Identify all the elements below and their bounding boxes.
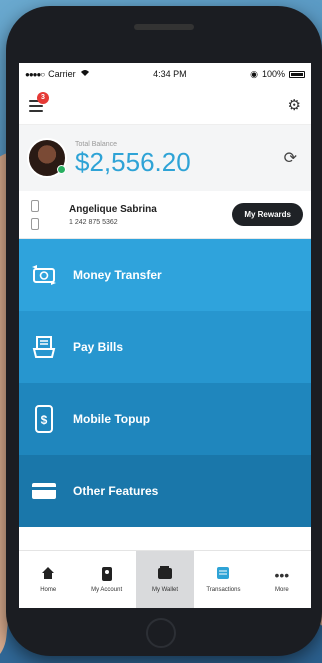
alarm-icon: ◉ — [250, 68, 258, 79]
battery-icon — [288, 70, 305, 78]
phone-device-icon — [27, 199, 43, 230]
refresh-icon[interactable]: ⟳ — [284, 148, 297, 168]
nav-label: Transactions — [206, 587, 241, 593]
nav-item-my-account[interactable]: My Account — [77, 551, 135, 608]
phone-home-button[interactable] — [146, 618, 176, 648]
phone-speaker — [134, 24, 194, 30]
menu-label: Mobile Topup — [73, 412, 151, 426]
menu-label: Pay Bills — [73, 340, 124, 354]
nav-label: My Account — [91, 587, 123, 593]
status-time: 4:34 PM — [153, 69, 187, 79]
nav-label: My Wallet — [151, 587, 179, 593]
nav-item-transactions[interactable]: Transactions — [194, 551, 252, 608]
mobile-dollar-icon: $ — [31, 405, 57, 433]
notification-badge: 3 — [37, 91, 49, 104]
nav-item-home[interactable]: Home — [19, 551, 77, 608]
menu-item-other-features[interactable]: Other Features — [19, 455, 311, 527]
online-status-dot — [57, 165, 66, 174]
user-name: Angelique Sabrina — [69, 203, 157, 215]
nav-item-my-wallet[interactable]: My Wallet — [135, 551, 195, 608]
more-icon: ••• — [274, 567, 290, 583]
wifi-icon — [80, 69, 90, 79]
app-header: 3 ⚙ — [19, 85, 311, 125]
gear-icon[interactable]: ⚙ — [288, 96, 301, 114]
menu-item-pay-bills[interactable]: Pay Bills — [19, 311, 311, 383]
user-phone: 1 242 875 5362 — [69, 218, 118, 226]
menu-label: Money Transfer — [73, 268, 162, 282]
signal-icon: ●●●●○ — [25, 69, 45, 79]
menu-button[interactable]: 3 — [29, 91, 51, 115]
svg-text:$: $ — [41, 413, 48, 427]
menu-label: Other Features — [73, 484, 159, 498]
wallet-icon — [157, 566, 173, 584]
my-rewards-button[interactable]: My Rewards — [232, 203, 303, 226]
nav-label: Home — [40, 587, 57, 593]
menu-item-mobile-topup[interactable]: $ Mobile Topup — [19, 383, 311, 455]
avatar[interactable] — [27, 138, 67, 178]
balance-amount: $2,556.20 — [75, 146, 191, 177]
app-screen: ●●●●○ Carrier 4:34 PM ◉ 100% 3 ⚙ Total B… — [19, 63, 311, 608]
bottom-nav: Home My Account My Wallet Transactions •… — [19, 550, 311, 608]
nav-label: More — [274, 587, 289, 593]
nav-item-more[interactable]: ••• More — [253, 551, 311, 608]
transactions-icon — [216, 566, 230, 584]
card-icon — [31, 478, 57, 504]
money-transfer-icon — [31, 262, 57, 288]
account-icon — [101, 566, 113, 584]
user-row: Angelique Sabrina 1 242 875 5362 My Rewa… — [19, 191, 311, 239]
battery-percent: 100% — [261, 69, 285, 79]
bills-icon — [31, 334, 57, 360]
status-bar: ●●●●○ Carrier 4:34 PM ◉ 100% — [19, 63, 311, 85]
menu-item-money-transfer[interactable]: Money Transfer — [19, 239, 311, 311]
balance-section: Total Balance $2,556.20 ⟳ — [19, 125, 311, 191]
carrier-label: Carrier — [48, 69, 76, 79]
home-icon — [41, 566, 55, 584]
